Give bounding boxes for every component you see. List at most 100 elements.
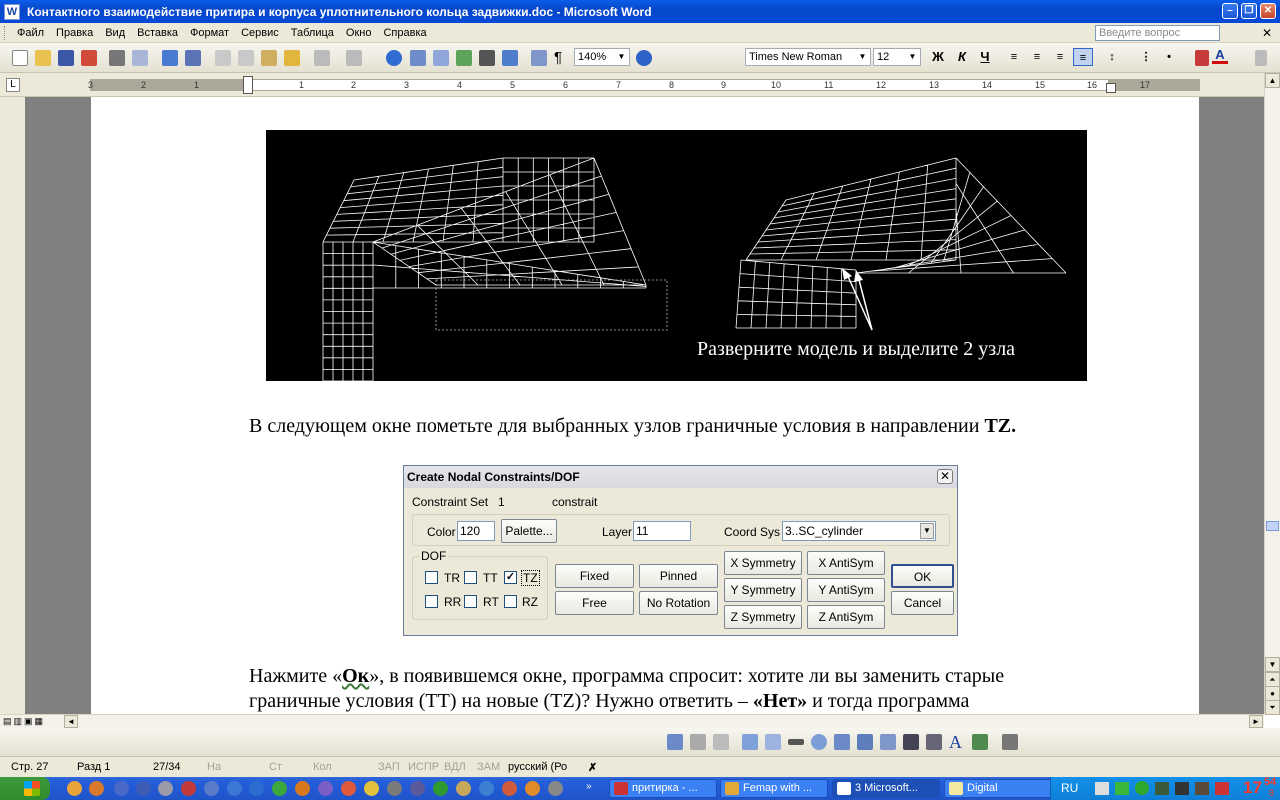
undo-icon[interactable] <box>314 50 330 66</box>
spin-icon[interactable] <box>926 734 942 750</box>
vertical-scrollbar[interactable]: ▲ ▼ ⏶ ● ⏷ <box>1264 73 1280 715</box>
cut-icon[interactable] <box>215 50 231 66</box>
tray-app-icon[interactable] <box>1175 782 1189 795</box>
indent-marker[interactable] <box>243 76 253 94</box>
bold-button[interactable]: Ж <box>928 48 948 66</box>
tray-app-icon[interactable] <box>1195 782 1209 795</box>
palette-button[interactable]: Palette... <box>501 519 557 543</box>
task-femap[interactable]: Femap with ... <box>720 779 828 798</box>
quicklaunch-icon[interactable] <box>89 781 104 796</box>
quicklaunch-icon[interactable] <box>387 781 402 796</box>
x-antisym-button[interactable]: X AntiSym <box>807 551 885 575</box>
line-icon[interactable] <box>788 739 804 745</box>
x-symmetry-button[interactable]: X Symmetry <box>724 551 802 575</box>
task-digital[interactable]: Digital <box>944 779 1052 798</box>
maximize-button[interactable]: ❐ <box>1241 3 1257 19</box>
option-button-icon[interactable] <box>811 734 827 750</box>
status-trk[interactable]: ИСПР <box>408 761 439 773</box>
copy-icon[interactable] <box>238 50 254 66</box>
redo-icon[interactable] <box>346 50 362 66</box>
menu-table[interactable]: Таблица <box>285 27 340 39</box>
free-button[interactable]: Free <box>555 591 634 615</box>
checkbox-field-icon[interactable] <box>742 734 758 750</box>
line-spacing-button[interactable]: ↕ <box>1102 48 1122 66</box>
italic-button[interactable]: К <box>952 48 972 66</box>
align-right-button[interactable]: ≡ <box>1050 48 1070 66</box>
scroll-up-icon[interactable]: ▲ <box>1265 73 1280 88</box>
toggle-icon[interactable] <box>903 734 919 750</box>
layer-input[interactable]: 11 <box>633 521 691 541</box>
numbering-button[interactable]: ⋮ <box>1136 48 1156 66</box>
bullets-button[interactable]: • <box>1159 48 1179 66</box>
dof-rr-checkbox[interactable] <box>425 595 438 608</box>
hyperlink-icon[interactable] <box>386 50 402 66</box>
view-buttons-icon[interactable]: ▤▥▣▦ <box>3 716 63 727</box>
insert-excel-icon[interactable] <box>456 50 472 66</box>
quicklaunch-icon[interactable] <box>158 781 173 796</box>
next-page-icon[interactable]: ⏷ <box>1265 700 1280 715</box>
clock-hour[interactable]: 17 <box>1243 778 1262 798</box>
quicklaunch-icon[interactable] <box>67 781 82 796</box>
menu-window[interactable]: Окно <box>340 27 378 39</box>
draw-shapes-icon[interactable] <box>690 734 706 750</box>
ok-button[interactable]: OK <box>891 564 954 588</box>
status-ovr[interactable]: ЗАМ <box>477 761 500 773</box>
right-indent-marker[interactable] <box>1106 83 1116 93</box>
quicklaunch-icon[interactable] <box>272 781 287 796</box>
horizontal-scrollbar[interactable]: ▤▥▣▦ ◄ ► <box>0 714 1264 728</box>
quicklaunch-icon[interactable] <box>341 781 356 796</box>
open-folder-icon[interactable] <box>35 50 51 66</box>
quicklaunch-icon[interactable] <box>548 781 563 796</box>
scroll-thumb[interactable] <box>1266 521 1279 531</box>
tools-icon[interactable] <box>1002 734 1018 750</box>
close-button[interactable]: ✕ <box>1260 3 1276 19</box>
spelling-status-icon[interactable]: ✗ <box>588 761 597 774</box>
y-antisym-button[interactable]: Y AntiSym <box>807 578 885 602</box>
quicklaunch-icon[interactable] <box>456 781 471 796</box>
new-document-icon[interactable] <box>12 50 28 66</box>
justify-button[interactable]: ≡ <box>1073 48 1093 66</box>
scroll-down-icon[interactable]: ▼ <box>1265 657 1280 672</box>
frame-icon[interactable] <box>834 734 850 750</box>
show-formatting-icon[interactable]: ¶ <box>554 49 562 66</box>
spelling-icon[interactable] <box>162 50 178 66</box>
menu-tools[interactable]: Сервис <box>235 27 285 39</box>
dof-rt-checkbox[interactable] <box>464 595 477 608</box>
quicklaunch-icon[interactable] <box>181 781 196 796</box>
dialog-title[interactable]: Create Nodal Constraints/DOF <box>404 466 957 488</box>
print-preview-icon[interactable] <box>132 50 148 66</box>
underline-button[interactable]: Ч <box>975 48 995 66</box>
picture-icon[interactable] <box>972 734 988 750</box>
text-field-icon[interactable] <box>765 734 781 750</box>
y-symmetry-button[interactable]: Y Symmetry <box>724 578 802 602</box>
scroll-left-icon[interactable]: ◄ <box>64 715 78 728</box>
dof-tt-checkbox[interactable] <box>464 571 477 584</box>
horizontal-ruler[interactable]: L 3 2 1 1 2 3 4 5 6 7 8 9 10 11 12 13 14… <box>0 73 1280 97</box>
quicklaunch-icon[interactable] <box>114 781 129 796</box>
task-microsoft-word[interactable]: 3 Microsoft... <box>832 779 940 798</box>
insert-table-icon[interactable] <box>433 50 449 66</box>
z-symmetry-button[interactable]: Z Symmetry <box>724 605 802 629</box>
status-ext[interactable]: ВДЛ <box>444 761 466 773</box>
paste-icon[interactable] <box>261 50 277 66</box>
document-map-icon[interactable] <box>531 50 547 66</box>
status-rec[interactable]: ЗАП <box>378 761 400 773</box>
wordart-icon[interactable]: A <box>949 732 962 753</box>
tables-borders-icon[interactable] <box>410 50 426 66</box>
menu-edit[interactable]: Правка <box>50 27 99 39</box>
no-rotation-button[interactable]: No Rotation <box>639 591 718 615</box>
task-pritirka[interactable]: притирка - ... <box>609 779 717 798</box>
expand-quicklaunch-icon[interactable]: » <box>586 781 592 792</box>
language-indicator[interactable]: RU <box>1061 781 1078 795</box>
clock-minutes[interactable]: 54 <box>1264 776 1276 788</box>
quicklaunch-icon[interactable] <box>433 781 448 796</box>
menu-view[interactable]: Вид <box>99 27 131 39</box>
quicklaunch-icon[interactable] <box>525 781 540 796</box>
research-icon[interactable] <box>185 50 201 66</box>
dof-tz-checkbox[interactable]: ✓ <box>504 571 517 584</box>
font-color-button[interactable]: A <box>1212 48 1228 64</box>
battery-icon[interactable] <box>1115 782 1129 795</box>
quicklaunch-icon[interactable] <box>364 781 379 796</box>
menu-help[interactable]: Справка <box>377 27 432 39</box>
drawing-icon[interactable] <box>502 50 518 66</box>
